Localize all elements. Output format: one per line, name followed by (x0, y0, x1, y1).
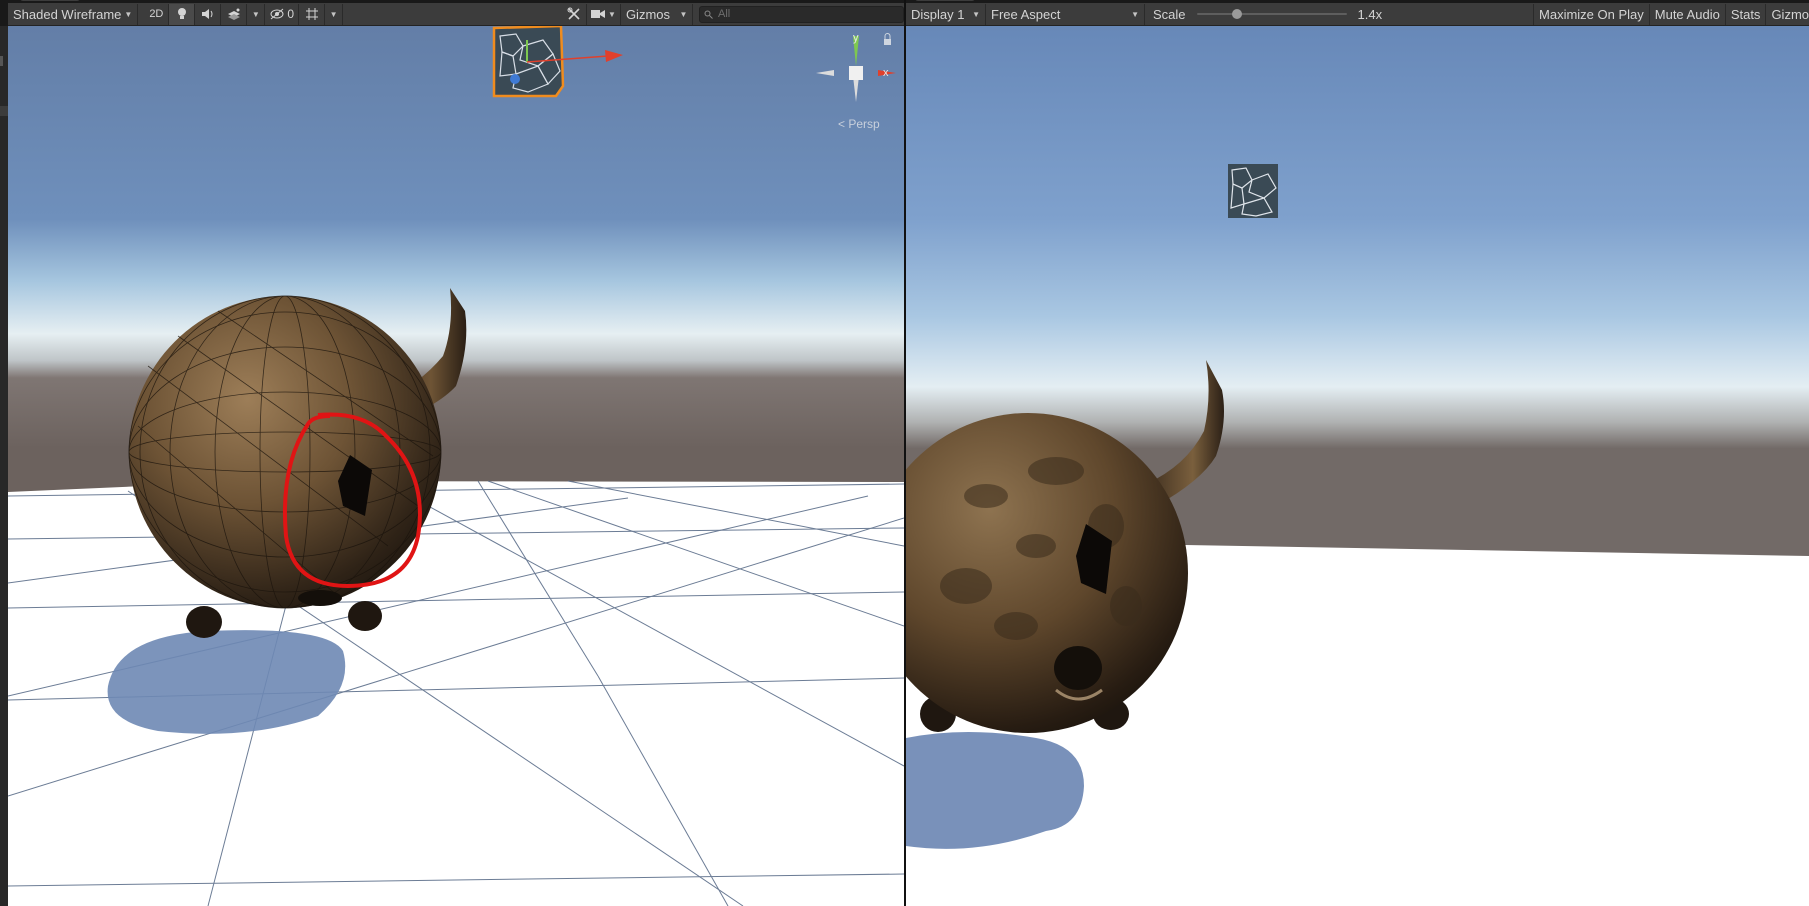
scale-slider-track (1196, 13, 1347, 15)
persp-chevron-icon: < (838, 117, 846, 131)
dropdown-arrow-icon: ▼ (972, 9, 980, 19)
search-placeholder: All (718, 8, 731, 20)
camera-icon (591, 10, 606, 18)
tab-game[interactable] (915, 0, 975, 1)
scale-label: Scale (1145, 4, 1191, 25)
game-gizmos-button[interactable]: Gizmo (1766, 4, 1809, 25)
game-gizmos-label: Gizmo (1771, 6, 1809, 22)
left-gutter (0, 26, 8, 906)
grid-icon (305, 8, 318, 20)
maximize-on-play-label: Maximize On Play (1539, 6, 1644, 22)
aspect-label: Free Aspect (991, 6, 1061, 22)
effects-icon (227, 8, 240, 20)
hidden-count: 0 (287, 7, 295, 21)
2d-toggle-button[interactable]: 2D (144, 3, 170, 25)
game-toolbar: Display 1 ▼ Free Aspect ▼ Scale 1.4x Max… (906, 3, 1809, 26)
speaker-icon (201, 9, 213, 19)
search-icon (704, 10, 713, 19)
grid-dropdown[interactable]: ▼ (325, 3, 344, 25)
effects-dropdown[interactable]: ▼ (247, 3, 266, 25)
display-dropdown[interactable]: Display 1 ▼ (906, 3, 986, 25)
display-label: Display 1 (911, 6, 965, 22)
gizmos-dropdown[interactable]: ▼ (675, 3, 693, 25)
audio-toggle-button[interactable] (195, 3, 222, 25)
camera-settings-button[interactable]: ▼ (587, 3, 621, 25)
lighting-toggle-button[interactable] (169, 3, 196, 25)
game-render[interactable] (906, 26, 1809, 906)
projection-toggle[interactable]: < Persp (838, 117, 880, 131)
dropdown-arrow-icon: ▼ (329, 9, 338, 19)
dropdown-arrow-icon: ▼ (679, 9, 688, 19)
aspect-dropdown[interactable]: Free Aspect ▼ (986, 3, 1145, 25)
hidden-icon (270, 8, 284, 20)
scale-label-text: Scale (1153, 6, 1186, 22)
tools-icon (567, 7, 580, 20)
scene-render[interactable]: y x (8, 26, 904, 906)
tools-button[interactable] (561, 3, 588, 25)
dropdown-arrow-icon: ▼ (251, 9, 260, 19)
draw-mode-dropdown[interactable]: Shaded Wireframe ▼ (8, 3, 139, 25)
scale-slider-handle[interactable] (1231, 9, 1242, 19)
lightbulb-icon (177, 8, 186, 19)
dropdown-arrow-icon: ▼ (608, 9, 616, 19)
mute-audio-button[interactable]: Mute Audio (1650, 3, 1726, 25)
gizmos-button[interactable]: Gizmos (621, 4, 675, 25)
scale-slider[interactable] (1196, 7, 1347, 21)
gizmos-label: Gizmos (625, 6, 670, 22)
2d-label: 2D (149, 8, 164, 20)
mute-audio-label: Mute Audio (1654, 6, 1720, 22)
dropdown-arrow-icon: ▼ (1131, 9, 1139, 19)
draw-mode-label: Shaded Wireframe (13, 6, 122, 22)
scene-search-input[interactable]: All (699, 5, 904, 23)
game-viewport[interactable] (906, 26, 1809, 906)
game-quad (1228, 164, 1278, 218)
stats-button[interactable]: Stats (1726, 3, 1767, 25)
projection-label: Persp (848, 117, 880, 131)
gizmo-x-label: x (883, 67, 889, 79)
maximize-on-play-button[interactable]: Maximize On Play (1534, 3, 1650, 25)
hidden-objects-toggle[interactable]: 0 (265, 3, 300, 25)
scene-viewport[interactable]: y x < Persp (8, 26, 904, 906)
scene-toolbar: Shaded Wireframe ▼ 2D ▼ 0 ▼ ▼ Gizmos ▼ A… (8, 3, 904, 26)
effects-toggle-button[interactable] (221, 3, 248, 25)
stats-label: Stats (1730, 6, 1761, 22)
dropdown-arrow-icon: ▼ (124, 9, 133, 19)
scale-value-text: 1.4x (1357, 6, 1383, 22)
tab-scene[interactable] (20, 0, 80, 1)
grid-toggle-button[interactable] (299, 3, 326, 25)
gizmo-y-label: y (853, 32, 859, 44)
scale-value: 1.4x (1353, 4, 1388, 25)
